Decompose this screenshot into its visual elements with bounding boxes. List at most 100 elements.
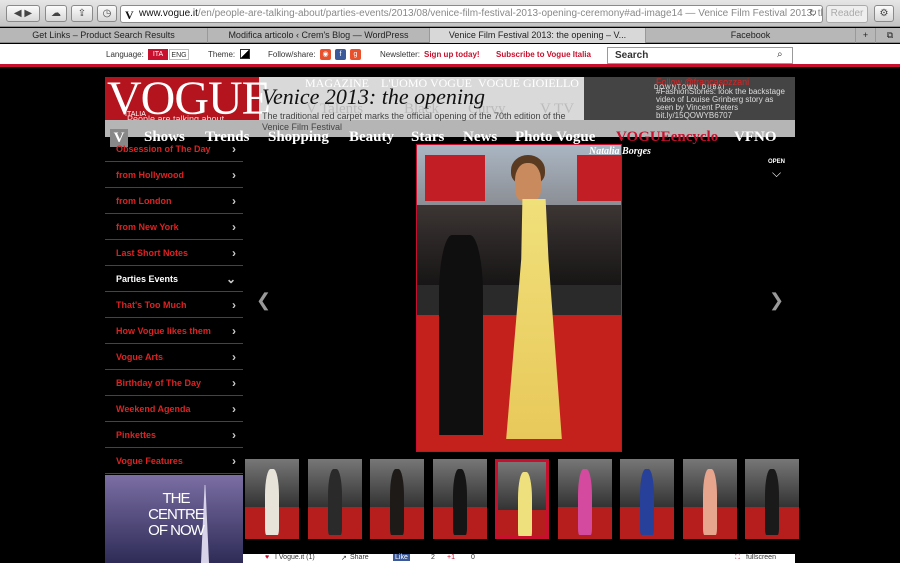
share-icon[interactable]: ↗ [341,554,347,562]
gallery-thumbnail[interactable] [620,459,674,539]
next-arrow-icon[interactable]: ❯ [769,290,784,310]
sidebar-item[interactable]: Weekend Agenda › [105,397,243,422]
google-plus-icon[interactable]: g [350,49,361,60]
sidebar-item[interactable]: That's Too Much › [105,293,243,318]
ad-text: THE CENTRE OF NOW [148,490,205,539]
sidebar-item[interactable]: Parties Events ⌄ [105,267,243,292]
chevron-right-icon: › [232,194,236,208]
language-label: Language: [106,50,144,59]
sidebar-item-label: Last Short Notes [116,248,189,258]
nav-vfno[interactable]: VFNO [734,129,777,146]
url-domain: www.vogue.it [139,8,198,19]
tab-vogue[interactable]: Venice Film Festival 2013: the opening –… [430,28,646,43]
tab-overview-icon[interactable]: ⧉ [880,28,900,43]
tab-wordpress[interactable]: Modifica articolo ‹ Crem's Blog — WordPr… [208,28,430,43]
chevron-right-icon: › [232,428,236,442]
share-icon[interactable]: ⇪ [71,5,93,22]
gallery-main-photo[interactable] [416,144,622,452]
gplus-count: 0 [471,554,475,561]
sidebar-item[interactable]: from New York › [105,215,243,240]
back-forward-buttons[interactable]: ◀ ▶ [6,5,40,22]
open-button[interactable]: OPEN [768,159,785,165]
nav-vogueencyclo[interactable]: VOGUEencyclo [616,129,718,146]
thumbnail-figure [327,469,342,535]
share-button[interactable]: Share [350,554,369,561]
vogue-favicon-icon: V [125,8,134,22]
address-bar[interactable]: V www.vogue.it/en/people-are-talking-abo… [120,5,823,23]
newsletter-label: Newsletter: [380,50,421,59]
sidebar-item[interactable]: from London › [105,189,243,214]
chevron-right-icon: › [232,298,236,312]
sidebar-item[interactable]: Pinkettes › [105,423,243,448]
facebook-icon[interactable]: f [335,49,346,60]
gallery-thumbnail[interactable] [245,459,299,539]
fullscreen-icon[interactable]: ⛶ [735,554,740,562]
like-vogue-label[interactable]: I Vogue.it (1) [275,554,315,561]
sidebar-item[interactable]: Obsession of The Day › [105,137,243,162]
sidebar-item-label: from London [116,196,172,206]
gallery-thumbnail[interactable] [557,459,612,539]
sidebar-item-label: How Vogue likes them [116,326,211,336]
chevron-right-icon: › [232,454,236,468]
rss-icon[interactable]: ◉ [320,49,331,60]
fullscreen-button[interactable]: fullscreen [746,554,776,561]
photo-model-face [515,163,541,201]
sidebar-item[interactable]: How Vogue likes them › [105,319,243,344]
lang-ita-button[interactable]: ITA [148,49,168,60]
subscribe-link[interactable]: Subscribe to Vogue Italia [496,50,591,59]
gallery-thumbnail[interactable] [682,459,737,539]
reload-icon[interactable]: ↻ [809,6,817,22]
gallery-thumbnail[interactable] [495,459,549,539]
sidebar-item-label: Vogue Features [116,456,183,466]
centre-of-now-ad[interactable]: THE CENTRE OF NOW [105,475,243,563]
sidebar-item[interactable]: from Hollywood › [105,163,243,188]
heart-icon[interactable]: ♥ [265,554,269,561]
chevron-right-icon: › [232,376,236,390]
chevron-right-icon: › [232,402,236,416]
gplus-button[interactable]: +1 [447,554,455,561]
utility-bar: Language: ITA ENG Theme: Follow/share: ◉… [0,44,900,67]
article-title: Venice 2013: the opening [262,84,485,109]
gallery-thumbnail[interactable] [307,459,362,539]
search-input[interactable]: Search [607,47,793,64]
photo-banner-right [577,155,621,201]
reader-button[interactable]: Reader [826,5,868,23]
follow-share-label: Follow/share: [268,50,316,59]
chevron-down-icon: ⌄ [225,272,236,286]
open-chevron-icon[interactable]: ⌵ [772,166,781,181]
sidebar-item-label: Vogue Arts [116,352,164,362]
signup-link[interactable]: Sign up today! [424,50,480,59]
lang-eng-button[interactable]: ENG [169,49,189,60]
fb-like-button[interactable]: Like [393,554,410,561]
cloud-icon[interactable]: ☁ [45,5,67,22]
follow-promo[interactable]: Follow @francasozzani DOWNTOWN DUBAI #Fa… [584,77,795,120]
gallery-thumbnail[interactable] [370,459,424,539]
sidebar-item-label: Obsession of The Day [116,144,211,154]
search-icon[interactable]: ⌕ [777,49,783,60]
sidebar-item[interactable]: Birthday of The Day › [105,371,243,396]
fb-like-count: 2 [431,554,435,561]
gallery-thumbnail[interactable] [745,459,799,539]
nav-vogue-gioiello[interactable]: VOGUE GIOIELLO [478,76,579,91]
sidebar-item-label: That's Too Much [116,300,187,310]
history-icon[interactable]: ◷ [97,5,117,22]
tab-get-links[interactable]: Get Links – Product Search Results [0,28,208,43]
gallery-thumbnail[interactable] [432,459,487,539]
url-path: /en/people-are-talking-about/parties-eve… [197,8,683,19]
theme-label: Theme: [208,50,236,59]
sidebar-item-label: Pinkettes [116,430,157,440]
sidebar-item[interactable]: Vogue Arts › [105,345,243,370]
sidebar-item[interactable]: Last Short Notes › [105,241,243,266]
settings-icon[interactable]: ⚙ [874,5,894,22]
article-description: The traditional red carpet marks the off… [262,111,566,132]
prev-arrow-icon[interactable]: ❮ [256,290,271,310]
photo-bystander [439,235,483,435]
new-tab-button[interactable]: + [856,28,876,43]
sidebar-item[interactable]: Vogue Features › [105,449,243,474]
follow-tweet: #FashionStories: look the backstage vide… [656,87,785,120]
chevron-right-icon: › [232,246,236,260]
browser-toolbar: ◀ ▶ ☁ ⇪ ◷ V www.vogue.it/en/people-are-t… [0,0,900,27]
theme-toggle-icon[interactable] [240,49,250,59]
tab-facebook[interactable]: Facebook [646,28,856,43]
sidebar-item-label: from Hollywood [116,170,184,180]
